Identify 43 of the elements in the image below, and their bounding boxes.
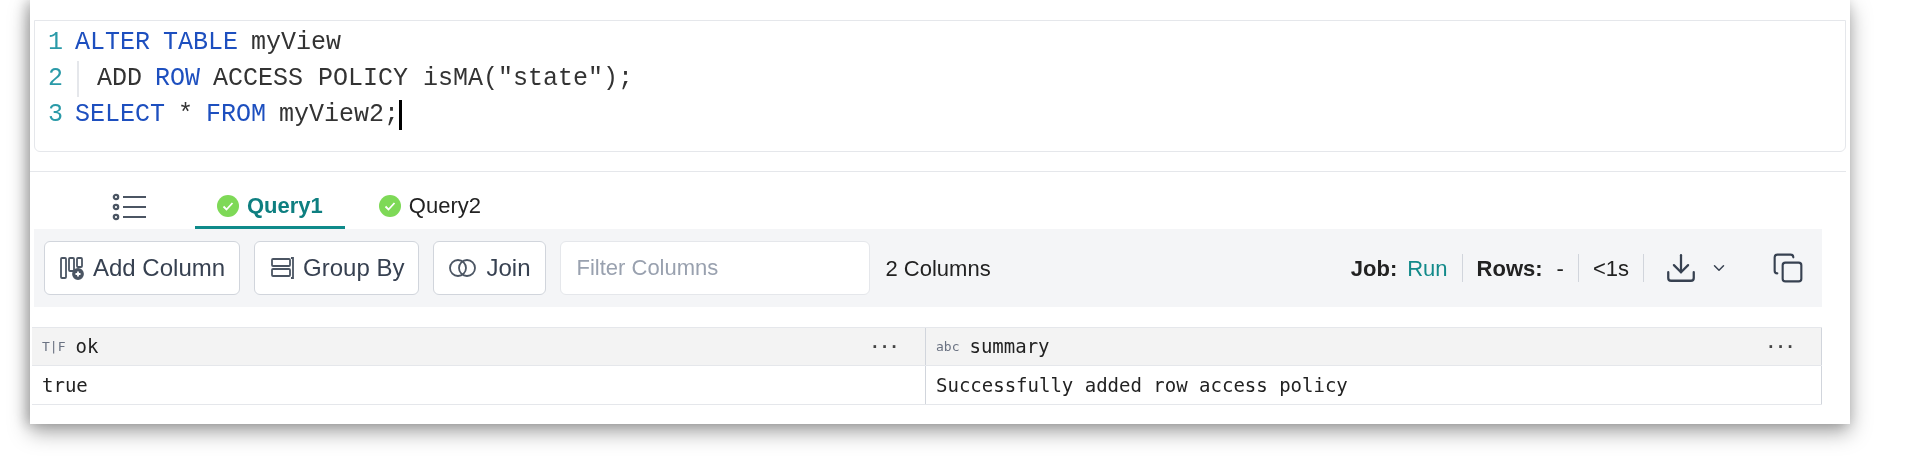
sql-keyword: FROM <box>206 99 267 132</box>
type-tag: abc <box>936 336 960 357</box>
column-menu-button[interactable]: ··· <box>1766 334 1811 359</box>
group-by-button[interactable]: Group By <box>254 241 420 295</box>
table-cell: Successfully added row access policy <box>926 366 1822 404</box>
duration: <1s <box>1592 254 1629 283</box>
column-name: summary <box>969 334 1050 360</box>
code-text: ACCESS POLICY isMA("state"); <box>213 63 634 96</box>
text-cursor <box>399 100 403 130</box>
code-text: myView <box>251 27 342 60</box>
job-label: Job: <box>1350 254 1398 283</box>
line-number: 3 <box>47 99 64 132</box>
code-text: ADD <box>97 63 142 96</box>
column-header[interactable]: T|F ok ··· <box>32 328 926 365</box>
column-header[interactable]: abc summary ··· <box>926 328 1822 365</box>
join-icon <box>448 257 479 279</box>
column-count: 2 Columns <box>885 254 991 283</box>
line-number: 1 <box>47 27 64 60</box>
copy-icon <box>1772 252 1804 284</box>
sql-keyword: ALTER <box>75 27 150 60</box>
check-circle-icon <box>378 194 401 217</box>
filter-columns-field[interactable]: Filter Columns <box>559 241 870 295</box>
download-icon <box>1664 251 1698 285</box>
type-tag: T|F <box>42 336 66 357</box>
copy-button[interactable] <box>1772 252 1804 284</box>
run-link[interactable]: Run <box>1407 251 1448 285</box>
sql-keyword: ROW <box>155 63 201 96</box>
add-column-icon <box>59 255 85 281</box>
join-button[interactable]: Join <box>433 241 546 295</box>
column-name: ok <box>75 334 99 360</box>
group-icon <box>269 255 296 281</box>
table-cell: true <box>32 366 926 404</box>
sql-keyword: TABLE <box>163 27 239 60</box>
rows-label: Rows: <box>1476 254 1543 283</box>
query-tab[interactable]: Query2 <box>356 185 503 229</box>
check-circle-icon <box>217 194 239 217</box>
sql-keyword: SELECT <box>75 99 165 132</box>
code-text: myView2; <box>279 99 400 132</box>
line-number: 2 <box>47 63 64 96</box>
column-menu-button[interactable]: ··· <box>870 334 915 359</box>
rows-value: - <box>1556 254 1564 283</box>
code-text: * <box>178 99 194 132</box>
add-column-button[interactable]: Add Column <box>44 241 241 295</box>
